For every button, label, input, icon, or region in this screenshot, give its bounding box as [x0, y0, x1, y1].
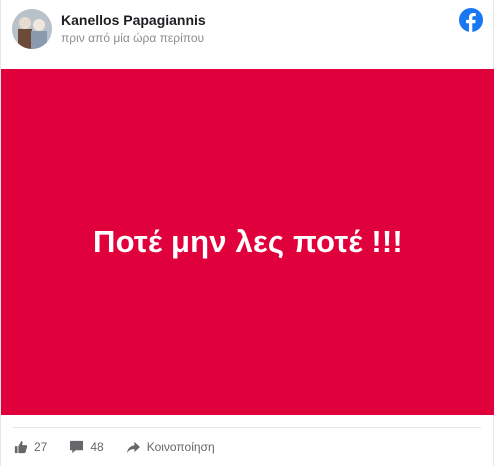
- comment-count: 48: [90, 440, 104, 454]
- author-name[interactable]: Kanellos Papagiannis: [61, 12, 206, 28]
- comment-button[interactable]: 48: [69, 440, 104, 454]
- comment-icon: [69, 440, 84, 454]
- post-header: Kanellos Papagiannis πριν από μία ώρα πε…: [11, 8, 483, 52]
- post-image-banner[interactable]: Ποτέ μην λες ποτέ !!!: [1, 69, 494, 415]
- avatar[interactable]: [12, 9, 52, 49]
- share-icon: [126, 441, 141, 454]
- post-timestamp[interactable]: πριν από μία ώρα περίπου: [61, 31, 204, 45]
- share-button[interactable]: Κοινοποίηση: [126, 440, 215, 454]
- like-icon: [14, 440, 28, 454]
- like-button[interactable]: 27: [14, 440, 47, 454]
- post-actions: 27 48 Κοινοποίηση: [14, 437, 237, 457]
- like-count: 27: [34, 440, 48, 454]
- facebook-logo-icon[interactable]: [459, 8, 483, 32]
- share-label: Κοινοποίηση: [146, 440, 215, 454]
- footer-divider: [13, 427, 481, 428]
- facebook-post: Kanellos Papagiannis πριν από μία ώρα πε…: [0, 0, 494, 466]
- banner-text: Ποτέ μην λες ποτέ !!!: [93, 224, 403, 259]
